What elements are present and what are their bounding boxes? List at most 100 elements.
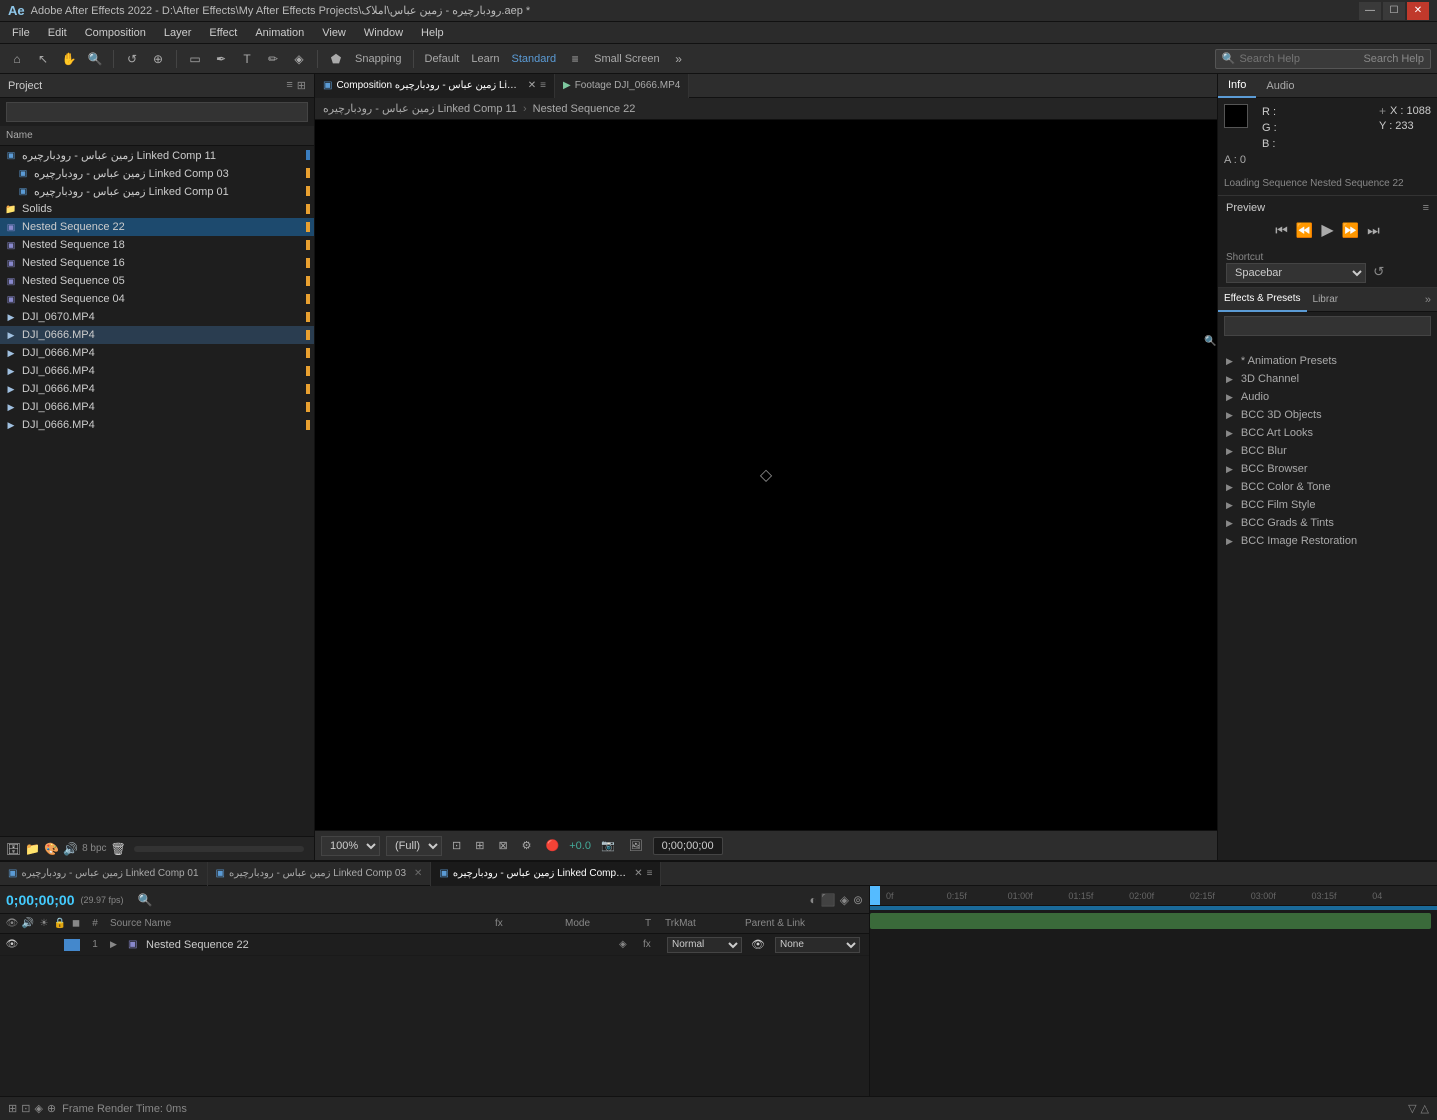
tab-library[interactable]: Librar [1307, 288, 1345, 312]
effects-search-input[interactable] [1224, 316, 1431, 336]
go-start-btn[interactable]: ⏮ [1275, 222, 1288, 239]
tl-ruler[interactable]: 0f0:15f01:00f01:15f02:00f02:15f03:00f03:… [870, 886, 1437, 906]
effect-item-0[interactable]: ▶ * Animation Presets [1218, 352, 1437, 370]
project-menu-icon[interactable]: ≡ [286, 79, 292, 92]
tab-info[interactable]: Info [1218, 74, 1256, 98]
minimize-button[interactable]: — [1359, 2, 1381, 20]
search-help-input[interactable] [1239, 53, 1359, 65]
select-tool[interactable]: ↖ [32, 48, 54, 70]
tl-3d-btn[interactable]: ⬛ [821, 893, 836, 907]
effect-item-6[interactable]: ▶ BCC Browser [1218, 460, 1437, 478]
zoom-tool[interactable]: 🔍 [84, 48, 106, 70]
menu-item-edit[interactable]: Edit [40, 25, 75, 41]
project-item-0[interactable]: ▣ زمین عباس - رودبارچیره Linked Comp 11 [0, 146, 314, 164]
home-button[interactable]: ⌂ [6, 48, 28, 70]
effect-item-8[interactable]: ▶ BCC Film Style [1218, 496, 1437, 514]
viewer-canvas[interactable]: ◇ [315, 120, 1217, 830]
comp-tab-close-icon[interactable]: ✕ [528, 80, 536, 91]
project-item-13[interactable]: ▶ DJI_0666.MP4 [0, 380, 314, 398]
play-btn[interactable]: ▶ [1321, 220, 1333, 240]
channel-btn[interactable]: ⚙ [518, 837, 536, 854]
tl-tab-close-2[interactable]: ✕ [634, 868, 642, 879]
project-footer-icon2[interactable]: 📁 [25, 842, 40, 856]
close-button[interactable]: ✕ [1407, 2, 1429, 20]
tl-status-icon4[interactable]: ⊕ [47, 1102, 56, 1115]
tl-search-icon[interactable]: 🔍 [138, 893, 153, 907]
project-item-6[interactable]: ▣ Nested Sequence 16 [0, 254, 314, 272]
project-footer-icon5[interactable]: 🗑 [111, 842, 126, 856]
project-item-4[interactable]: ▣ Nested Sequence 22 [0, 218, 314, 236]
zoom-select[interactable]: 100% [321, 836, 380, 856]
project-item-10[interactable]: ▶ DJI_0666.MP4 [0, 326, 314, 344]
region-btn[interactable]: ⊡ [448, 837, 465, 854]
safe-btn[interactable]: ⊞ [471, 837, 488, 854]
tl-status-icon1[interactable]: ⊞ [8, 1102, 17, 1115]
orbit-tool[interactable]: ⊕ [147, 48, 169, 70]
project-item-11[interactable]: ▶ DJI_0666.MP4 [0, 344, 314, 362]
project-item-12[interactable]: ▶ DJI_0666.MP4 [0, 362, 314, 380]
shortcut-select[interactable]: Spacebar [1226, 263, 1366, 283]
tl-tab-comp01[interactable]: ▣ زمین عباس - رودبارچیره Linked Comp 01 [0, 862, 208, 886]
workspace-learn[interactable]: Learn [467, 53, 503, 65]
breadcrumb-left[interactable]: زمین عباس - رودبارچیره Linked Comp 11 [323, 102, 517, 115]
puppet-tool[interactable]: ⬟ [325, 48, 347, 70]
project-item-2[interactable]: ▣ زمین عباس - رودبارچیره Linked Comp 01 [0, 182, 314, 200]
effect-item-7[interactable]: ▶ BCC Color & Tone [1218, 478, 1437, 496]
workspace-overflow[interactable]: » [668, 48, 690, 70]
hand-tool[interactable]: ✋ [58, 48, 80, 70]
project-item-15[interactable]: ▶ DJI_0666.MP4 [0, 416, 314, 434]
workspace-small[interactable]: Small Screen [590, 53, 663, 65]
tab-menu-icon[interactable]: ≡ [540, 80, 546, 91]
project-item-7[interactable]: ▣ Nested Sequence 05 [0, 272, 314, 290]
menu-item-window[interactable]: Window [356, 25, 411, 41]
project-item-14[interactable]: ▶ DJI_0666.MP4 [0, 398, 314, 416]
shortcut-refresh-btn[interactable]: ↺ [1373, 264, 1384, 280]
workspace-standard[interactable]: Standard [508, 53, 561, 65]
project-item-3[interactable]: 📁 Solids [0, 200, 314, 218]
tl-adjust-btn[interactable]: ⊚ [853, 893, 863, 907]
project-footer-icon3[interactable]: 🎨 [44, 842, 59, 856]
layer-visibility-icon[interactable]: 👁 [4, 939, 20, 950]
tl-solo-btn[interactable]: ◐ [810, 893, 817, 907]
quality-select[interactable]: (Full) [386, 836, 442, 856]
effect-item-1[interactable]: ▶ 3D Channel [1218, 370, 1437, 388]
tl-status-icon2[interactable]: ⊡ [21, 1102, 30, 1115]
pen-tool[interactable]: ✒ [210, 48, 232, 70]
project-item-8[interactable]: ▣ Nested Sequence 04 [0, 290, 314, 308]
tl-playhead-indicator[interactable] [870, 886, 880, 905]
project-footer-icon1[interactable]: 🗄 [6, 842, 21, 856]
timecode-display[interactable]: 0;00;00;00 [653, 837, 723, 855]
color-btn[interactable]: 🔴 [542, 837, 564, 854]
tl-tab-close-1[interactable]: ✕ [414, 868, 422, 879]
workspace-menu[interactable]: ≡ [564, 48, 586, 70]
grid-btn[interactable]: ⊠ [494, 837, 511, 854]
rect-tool[interactable]: ▭ [184, 48, 206, 70]
layer-label[interactable]: Nested Sequence 22 [146, 939, 615, 951]
tl-tab-comp11[interactable]: ▣ زمین عباس - رودبارچیره Linked Comp 11 … [431, 862, 661, 886]
project-item-5[interactable]: ▣ Nested Sequence 18 [0, 236, 314, 254]
step-back-btn[interactable]: ⏪ [1296, 222, 1313, 239]
tl-zoom-in-icon[interactable]: △ [1421, 1102, 1429, 1115]
layer-expand-icon[interactable]: ▶ [110, 939, 124, 950]
stamp-tool[interactable]: ◈ [288, 48, 310, 70]
tab-footage-dji[interactable]: ▶ Footage DJI_0666.MP4 [555, 74, 689, 98]
menu-item-effect[interactable]: Effect [201, 25, 245, 41]
layer-motion-icon[interactable]: ◈ [619, 939, 639, 950]
menu-item-view[interactable]: View [314, 25, 354, 41]
effect-item-2[interactable]: ▶ Audio [1218, 388, 1437, 406]
effect-item-5[interactable]: ▶ BCC Blur [1218, 442, 1437, 460]
effect-item-10[interactable]: ▶ BCC Image Restoration [1218, 532, 1437, 550]
snapshot-btn[interactable]: 📷 [597, 837, 619, 854]
project-item-1[interactable]: ▣ زمین عباس - رودبارچیره Linked Comp 03 [0, 164, 314, 182]
titlebar-controls[interactable]: — ☐ ✕ [1359, 2, 1429, 20]
menu-item-help[interactable]: Help [413, 25, 452, 41]
menu-item-animation[interactable]: Animation [247, 25, 312, 41]
tab-effects-presets[interactable]: Effects & Presets [1218, 288, 1307, 312]
rotate-tool[interactable]: ↺ [121, 48, 143, 70]
breadcrumb-right[interactable]: Nested Sequence 22 [533, 103, 636, 115]
tl-status-icon3[interactable]: ◈ [34, 1102, 42, 1115]
layer-mode-select[interactable]: Normal [667, 937, 742, 953]
project-footer-icon4[interactable]: 🔊 [63, 842, 78, 856]
effect-item-3[interactable]: ▶ BCC 3D Objects [1218, 406, 1437, 424]
menu-item-composition[interactable]: Composition [77, 25, 154, 41]
